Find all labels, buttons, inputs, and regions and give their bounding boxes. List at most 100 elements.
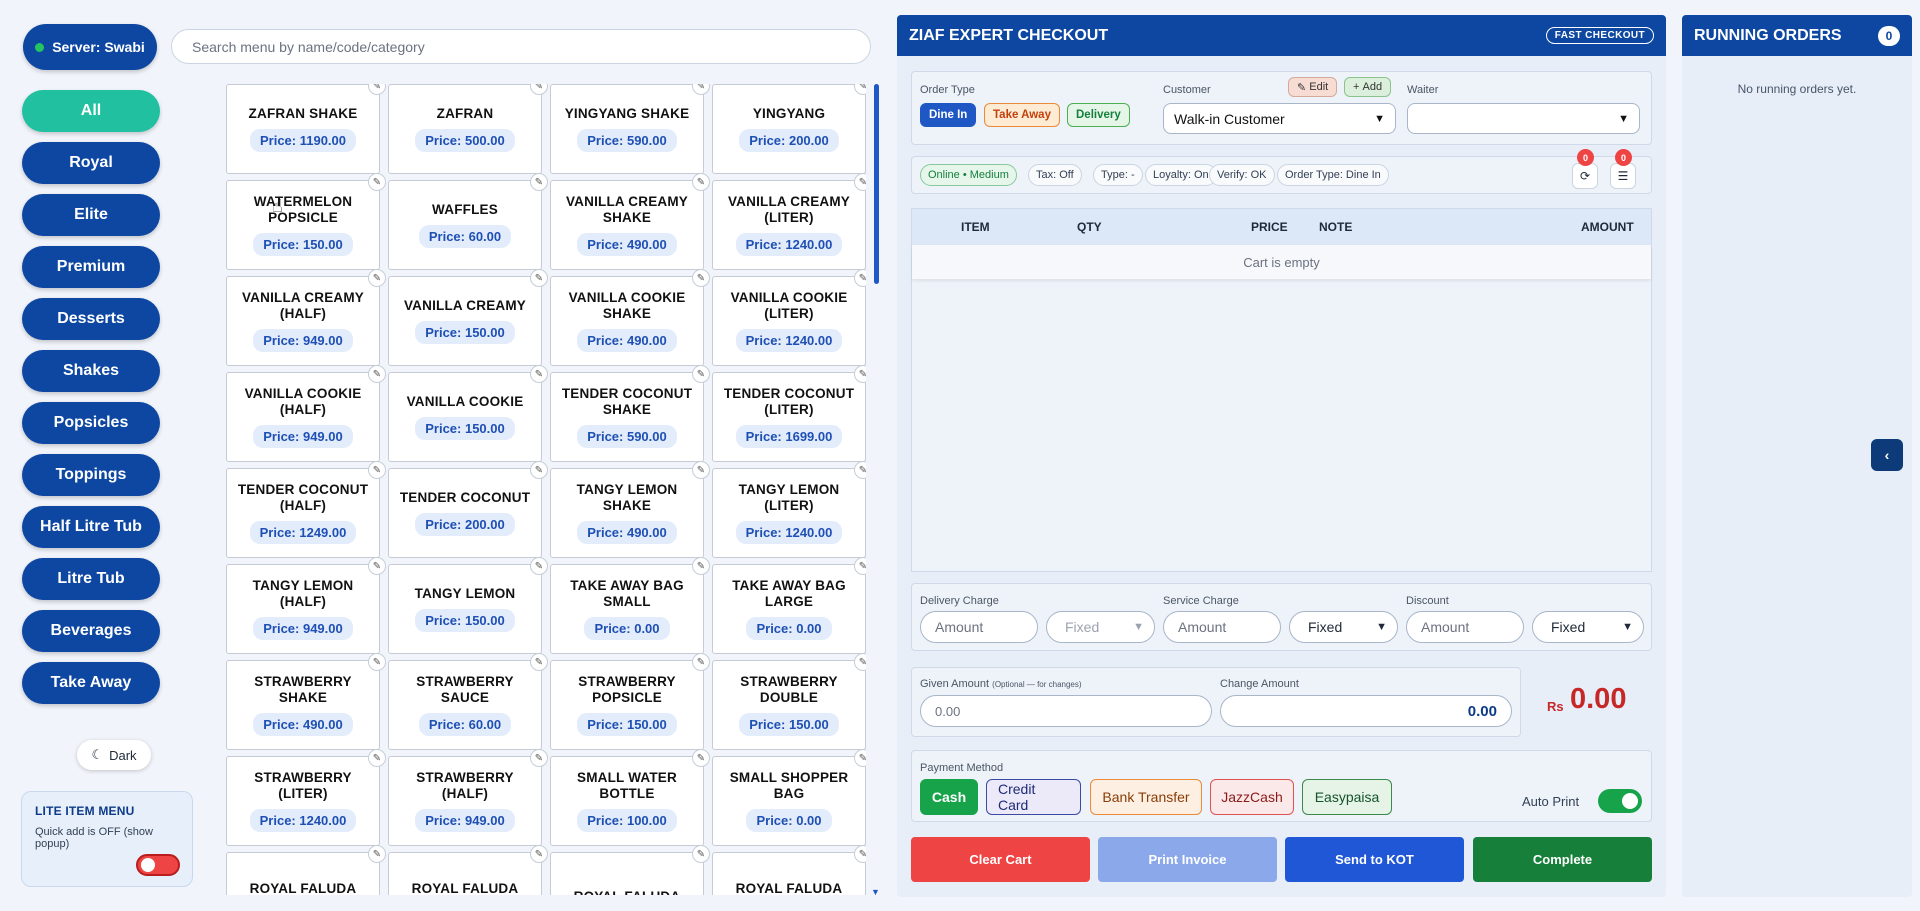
category-beverages[interactable]: Beverages — [22, 610, 160, 652]
pin-icon[interactable]: ✎ — [530, 461, 548, 479]
category-elite[interactable]: Elite — [22, 194, 160, 236]
pin-icon[interactable]: ✎ — [530, 84, 548, 95]
menu-item-card[interactable]: ZAFRAN SHAKE Price: 1190.00 ✎ — [226, 84, 386, 174]
queue-button[interactable]: ☰ — [1610, 163, 1636, 189]
menu-item-card[interactable]: YINGYANG Price: 200.00 ✎ — [712, 84, 866, 174]
menu-item-card[interactable]: TENDER COCONUT (HALF) Price: 1249.00 ✎ — [226, 461, 386, 558]
pin-icon[interactable]: ✎ — [368, 845, 386, 863]
pin-icon[interactable]: ✎ — [530, 845, 548, 863]
menu-item-card[interactable]: ROYAL FALUDA (HALF) ✎ — [388, 845, 548, 895]
menu-item-card[interactable]: SMALL WATER BOTTLE Price: 100.00 ✎ — [550, 749, 710, 846]
order-type-take-away[interactable]: Take Away — [984, 103, 1060, 127]
clear-cart-button[interactable]: Clear Cart — [911, 837, 1090, 882]
sync-button[interactable]: ⟳ — [1572, 163, 1598, 189]
menu-item-card[interactable]: TANGY LEMON Price: 150.00 ✎ — [388, 557, 548, 654]
pin-icon[interactable]: ✎ — [368, 269, 386, 287]
category-half-litre-tub[interactable]: Half Litre Tub — [22, 506, 160, 548]
menu-item-card[interactable]: STRAWBERRY DOUBLE Price: 150.00 ✎ — [712, 653, 866, 750]
order-type-delivery[interactable]: Delivery — [1067, 103, 1130, 127]
pin-icon[interactable]: ✎ — [854, 269, 866, 287]
menu-item-card[interactable]: YINGYANG SHAKE Price: 590.00 ✎ — [550, 84, 710, 174]
delivery-charge-type-select[interactable]: Fixed ▼ — [1046, 611, 1155, 643]
category-take-away[interactable]: Take Away — [22, 662, 160, 704]
menu-item-card[interactable]: TENDER COCONUT Price: 200.00 ✎ — [388, 461, 548, 558]
pin-icon[interactable]: ✎ — [530, 653, 548, 671]
send-to-kot-button[interactable]: Send to KOT — [1285, 837, 1464, 882]
pin-icon[interactable]: ✎ — [692, 557, 710, 575]
pin-icon[interactable]: ✎ — [368, 749, 386, 767]
complete-order-button[interactable]: Complete — [1473, 837, 1652, 882]
menu-item-card[interactable]: TENDER COCONUT SHAKE Price: 590.00 ✎ — [550, 365, 710, 462]
given-amount-input[interactable]: 0.00 — [920, 695, 1212, 727]
pin-icon[interactable]: ✎ — [854, 461, 866, 479]
pin-icon[interactable]: ✎ — [368, 173, 386, 191]
menu-item-card[interactable]: STRAWBERRY SHAKE Price: 490.00 ✎ — [226, 653, 386, 750]
menu-item-card[interactable]: WAFFLES Price: 60.00 ✎ — [388, 173, 548, 270]
discount-type-select[interactable]: Fixed ▼ — [1532, 611, 1644, 643]
pin-icon[interactable]: ✎ — [692, 845, 710, 863]
menu-item-card[interactable]: TENDER COCONUT (LITER) Price: 1699.00 ✎ — [712, 365, 866, 462]
pin-icon[interactable]: ✎ — [692, 749, 710, 767]
payment-cash-button[interactable]: Cash — [920, 779, 978, 815]
service-charge-input[interactable]: Amount — [1163, 611, 1281, 643]
pin-icon[interactable]: ✎ — [692, 84, 710, 95]
pin-icon[interactable]: ✎ — [530, 749, 548, 767]
pin-icon[interactable]: ✎ — [692, 269, 710, 287]
customer-select[interactable]: Walk-in Customer ▼ — [1163, 103, 1396, 134]
menu-item-card[interactable]: VANILLA CREAMY (HALF) Price: 949.00 ✎ — [226, 269, 386, 366]
pin-icon[interactable]: ✎ — [854, 845, 866, 863]
menu-item-card[interactable]: STRAWBERRY (LITER) Price: 1240.00 ✎ — [226, 749, 386, 846]
menu-item-card[interactable]: STRAWBERRY POPSICLE Price: 150.00 ✎ — [550, 653, 710, 750]
scroll-down-arrow-icon[interactable]: ▼ — [871, 887, 880, 897]
pin-icon[interactable]: ✎ — [692, 653, 710, 671]
add-customer-button[interactable]: + Add — [1344, 77, 1392, 97]
auto-print-toggle[interactable] — [1598, 789, 1642, 813]
pin-icon[interactable]: ✎ — [854, 749, 866, 767]
menu-item-card[interactable]: TAKE AWAY BAG LARGE Price: 0.00 ✎ — [712, 557, 866, 654]
pin-icon[interactable]: ✎ — [854, 84, 866, 95]
category-premium[interactable]: Premium — [22, 246, 160, 288]
menu-search-input[interactable] — [171, 29, 871, 64]
payment-credit-card-button[interactable]: Credit Card — [986, 779, 1081, 815]
menu-item-card[interactable]: ROYAL FALUDA ✎ — [550, 845, 710, 895]
payment-easypaisa-button[interactable]: Easypaisa — [1302, 779, 1392, 815]
category-toppings[interactable]: Toppings — [22, 454, 160, 496]
menu-item-card[interactable]: VANILLA CREAMY (LITER) Price: 1240.00 ✎ — [712, 173, 866, 270]
pin-icon[interactable]: ✎ — [854, 557, 866, 575]
discount-input[interactable]: Amount — [1406, 611, 1524, 643]
menu-item-card[interactable]: WATERMELON POPSICLE Price: 150.00 ✎ — [226, 173, 386, 270]
pin-icon[interactable]: ✎ — [530, 365, 548, 383]
menu-item-card[interactable]: ROYAL FALUDA (LITER) ✎ — [226, 845, 386, 895]
pin-icon[interactable]: ✎ — [854, 653, 866, 671]
pin-icon[interactable]: ✎ — [368, 365, 386, 383]
collapse-panel-button[interactable]: ‹ — [1871, 439, 1903, 471]
payment-jazzcash-button[interactable]: JazzCash — [1210, 779, 1294, 815]
payment-bank-transfer-button[interactable]: Bank Transfer — [1090, 779, 1202, 815]
pin-icon[interactable]: ✎ — [692, 173, 710, 191]
menu-item-card[interactable]: VANILLA COOKIE Price: 150.00 ✎ — [388, 365, 548, 462]
pin-icon[interactable]: ✎ — [854, 365, 866, 383]
server-indicator[interactable]: Server: Swabi — [23, 24, 157, 70]
menu-item-card[interactable]: STRAWBERRY (HALF) Price: 949.00 ✎ — [388, 749, 548, 846]
pin-icon[interactable]: ✎ — [530, 173, 548, 191]
menu-scrollbar[interactable] — [874, 84, 879, 284]
service-charge-type-select[interactable]: Fixed ▼ — [1289, 611, 1398, 643]
menu-item-card[interactable]: TAKE AWAY BAG SMALL Price: 0.00 ✎ — [550, 557, 710, 654]
waiter-select[interactable]: ▼ — [1407, 103, 1640, 134]
pin-icon[interactable]: ✎ — [854, 173, 866, 191]
fast-checkout-button[interactable]: FAST CHECKOUT — [1545, 27, 1654, 44]
menu-item-card[interactable]: VANILLA CREAMY Price: 150.00 ✎ — [388, 269, 548, 366]
pin-icon[interactable]: ✎ — [692, 365, 710, 383]
category-shakes[interactable]: Shakes — [22, 350, 160, 392]
category-desserts[interactable]: Desserts — [22, 298, 160, 340]
menu-item-card[interactable]: VANILLA COOKIE SHAKE Price: 490.00 ✎ — [550, 269, 710, 366]
menu-item-card[interactable]: VANILLA COOKIE (LITER) Price: 1240.00 ✎ — [712, 269, 866, 366]
menu-item-card[interactable]: VANILLA CREAMY SHAKE Price: 490.00 ✎ — [550, 173, 710, 270]
category-royal[interactable]: Royal — [22, 142, 160, 184]
pin-icon[interactable]: ✎ — [368, 84, 386, 95]
pin-icon[interactable]: ✎ — [692, 461, 710, 479]
pin-icon[interactable]: ✎ — [530, 269, 548, 287]
menu-item-card[interactable]: STRAWBERRY SAUCE Price: 60.00 ✎ — [388, 653, 548, 750]
pin-icon[interactable]: ✎ — [368, 461, 386, 479]
menu-item-card[interactable]: ZAFRAN Price: 500.00 ✎ — [388, 84, 548, 174]
